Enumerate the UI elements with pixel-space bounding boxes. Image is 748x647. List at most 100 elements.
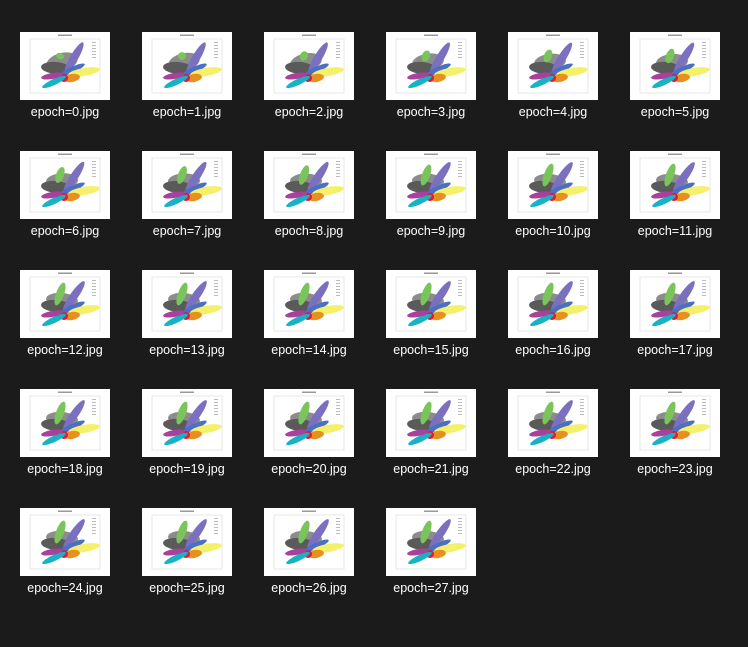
legend-entry [458,54,462,55]
legend-entry [580,411,584,412]
thumbnail-image [630,151,720,219]
file-item[interactable]: epoch=2.jpg [256,32,368,142]
legend-entry [580,405,584,406]
scatter-plot-thumbnail [517,272,589,332]
file-name: epoch=18.jpg [27,462,103,476]
legend-entry [702,286,706,287]
file-item[interactable]: epoch=19.jpg [134,389,246,499]
legend-entry [336,164,340,165]
thumbnail-image [508,151,598,219]
file-item[interactable]: epoch=18.jpg [12,389,124,499]
file-name: epoch=25.jpg [149,581,225,595]
file-item[interactable]: epoch=21.jpg [378,389,490,499]
legend-entry [92,283,96,284]
legend-entry [92,286,96,287]
legend-entry [214,173,218,174]
file-item[interactable]: epoch=11.jpg [622,151,734,261]
legend-entry [580,408,584,409]
legend-entry [336,57,340,58]
file-item[interactable]: epoch=17.jpg [622,270,734,380]
file-item[interactable]: epoch=8.jpg [256,151,368,261]
file-item[interactable]: epoch=16.jpg [500,270,612,380]
legend-entry [92,524,96,525]
legend-entry [458,289,462,290]
legend-entry [458,51,462,52]
legend-entry [458,161,462,162]
legend-entry [336,530,340,531]
file-item[interactable]: epoch=23.jpg [622,389,734,499]
legend-entry [702,414,706,415]
legend-entry [580,170,584,171]
legend-entry [458,42,462,43]
legend-entry [458,533,462,534]
legend-entry [702,411,706,412]
legend-entry [214,167,218,168]
legend-entry [336,405,340,406]
file-item[interactable]: epoch=24.jpg [12,508,124,618]
file-item[interactable]: epoch=25.jpg [134,508,246,618]
legend-entry [92,167,96,168]
thumbnail-image [264,389,354,457]
file-item[interactable]: epoch=12.jpg [12,270,124,380]
scatter-plot-thumbnail [395,272,467,332]
plot-title [668,34,682,36]
legend-entry [336,170,340,171]
file-item[interactable]: epoch=3.jpg [378,32,490,142]
file-item[interactable]: epoch=10.jpg [500,151,612,261]
legend-entry [336,524,340,525]
scatter-plot-thumbnail [639,391,711,451]
legend-entry [336,283,340,284]
file-item[interactable]: epoch=7.jpg [134,151,246,261]
legend-entry [458,295,462,296]
file-item[interactable]: epoch=5.jpg [622,32,734,142]
legend-entry [92,289,96,290]
file-name: epoch=12.jpg [27,343,103,357]
file-item[interactable]: epoch=20.jpg [256,389,368,499]
legend-entry [702,42,706,43]
legend-entry [336,173,340,174]
legend-entry [92,176,96,177]
legend-entry [336,292,340,293]
legend-entry [458,292,462,293]
legend-entry [458,402,462,403]
file-item[interactable]: epoch=15.jpg [378,270,490,380]
file-name: epoch=19.jpg [149,462,225,476]
file-item[interactable]: epoch=0.jpg [12,32,124,142]
file-item[interactable]: epoch=9.jpg [378,151,490,261]
legend-entry [214,524,218,525]
file-name: epoch=27.jpg [393,581,469,595]
plot-title [58,272,72,274]
file-item[interactable]: epoch=1.jpg [134,32,246,142]
legend-entry [336,399,340,400]
legend-entry [92,173,96,174]
scatter-plot-thumbnail [395,391,467,451]
file-name: epoch=9.jpg [396,224,466,238]
legend-entry [458,518,462,519]
file-item[interactable]: epoch=27.jpg [378,508,490,618]
plot-title [180,391,194,393]
legend-entry [214,45,218,46]
file-item[interactable]: epoch=4.jpg [500,32,612,142]
plot-title [546,34,560,36]
legend-entry [702,292,706,293]
file-item[interactable]: epoch=6.jpg [12,151,124,261]
thumbnail-image [20,32,110,100]
legend-entry [92,164,96,165]
scatter-plot-thumbnail [395,510,467,570]
file-item[interactable]: epoch=13.jpg [134,270,246,380]
legend-entry [92,54,96,55]
scatter-plot-thumbnail [29,34,101,94]
file-item[interactable]: epoch=26.jpg [256,508,368,618]
plot-title [302,510,316,512]
scatter-plot-thumbnail [517,391,589,451]
file-grid: epoch=0.jpg epoch=1.jpg epoch=2.jpg epoch=3… [0,0,748,647]
plot-title [302,153,316,155]
file-name: epoch=2.jpg [274,105,344,119]
file-item[interactable]: epoch=14.jpg [256,270,368,380]
legend-entry [580,414,584,415]
file-item[interactable]: epoch=22.jpg [500,389,612,499]
scatter-plot-thumbnail [273,153,345,213]
legend-entry [214,51,218,52]
thumbnail-image [386,508,476,576]
legend-entry [336,414,340,415]
